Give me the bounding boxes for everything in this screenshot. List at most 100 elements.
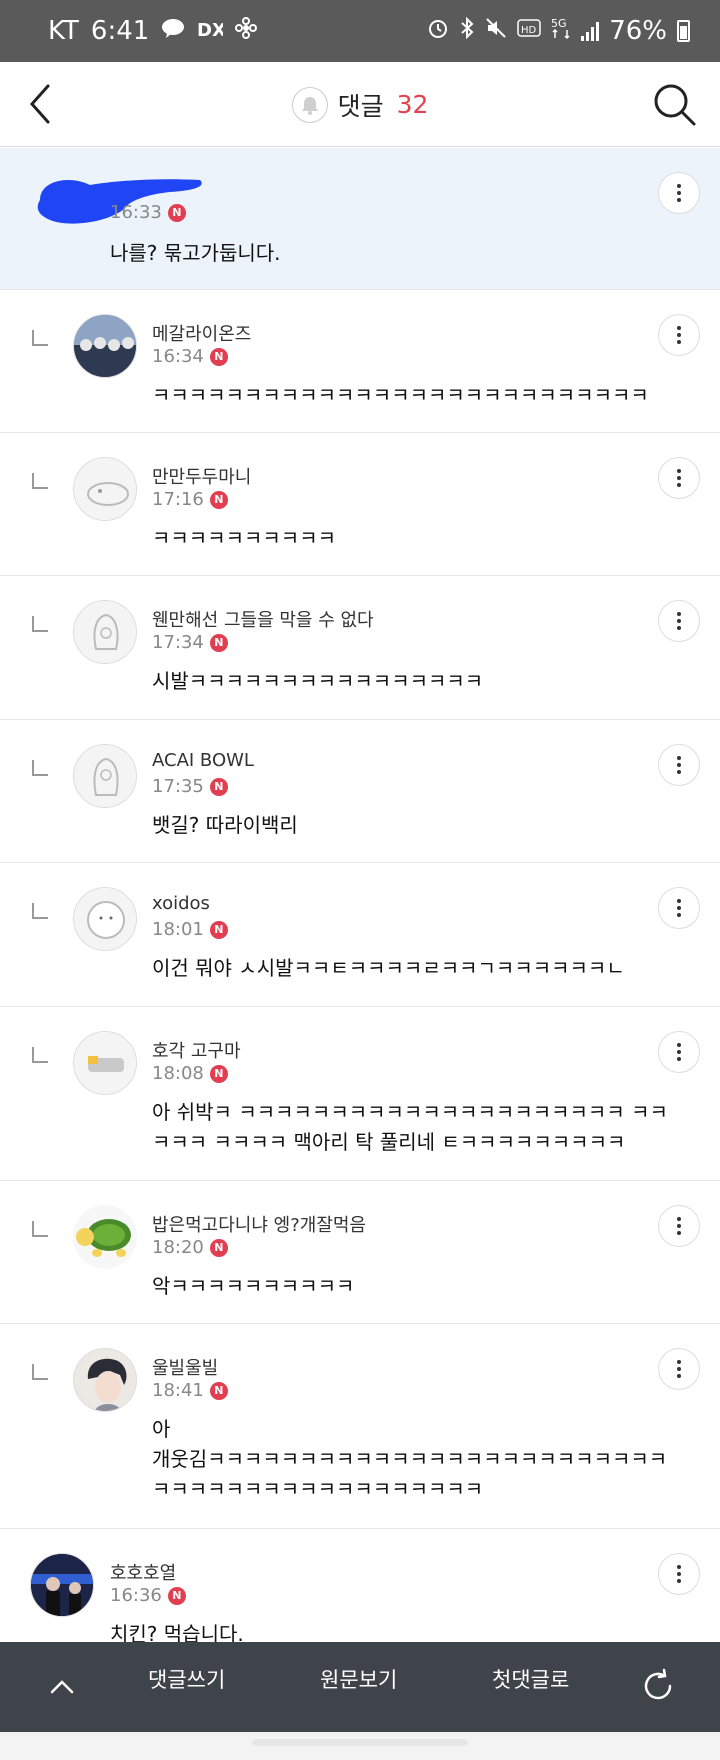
status-left: KT 6:41 DX <box>48 0 258 62</box>
header-title-group: 댓글 32 <box>0 62 720 147</box>
bottom-toolbar: 댓글쓰기 원문보기 첫댓글로 <box>0 1642 720 1760</box>
author-name[interactable]: 밥은먹고다니냐 엥?개잘먹음 <box>152 1211 366 1237</box>
comment-screen: KT 6:41 DX HD 5G 76% 댓글 32 16:33 N 나를? 묶… <box>0 0 720 1760</box>
first-comment-button[interactable]: 첫댓글로 <box>492 1664 569 1694</box>
new-badge: N <box>209 347 228 366</box>
view-original-button[interactable]: 원문보기 <box>320 1664 397 1694</box>
more-options-button[interactable] <box>658 1031 700 1073</box>
new-badge: N <box>167 203 186 222</box>
reply-indent-icon <box>32 760 48 776</box>
new-badge: N <box>209 1238 228 1257</box>
comment-line: ㅋㅋㅋㅋㅋㅋㅋㅋㅋㅋㅋㅋㅋㅋㅋㅋㅋㅋ <box>152 1477 484 1501</box>
comment-time: 18:20 N <box>152 1237 228 1258</box>
comment-line: 아 쉬박ㅋ ㅋㅋㅋㅋㅋㅋㅋㅋㅋㅋㅋㅋㅋㅋㅋㅋㅋㅋㅋㅋㅋ ㅋㅋ <box>152 1100 668 1124</box>
more-options-button[interactable] <box>658 887 700 929</box>
comment-text: 아 쉬박ㅋ ㅋㅋㅋㅋㅋㅋㅋㅋㅋㅋㅋㅋㅋㅋㅋㅋㅋㅋㅋㅋㅋ ㅋㅋ ㅋㅋㅋ ㅋㅋㅋㅋ … <box>152 1097 668 1157</box>
avatar[interactable] <box>73 887 137 951</box>
search-button[interactable] <box>650 80 700 130</box>
reply-indent-icon <box>32 330 48 346</box>
more-vertical-icon <box>677 756 681 774</box>
reply-indent-icon <box>32 1364 48 1380</box>
comment-time: 18:01 N <box>152 919 228 940</box>
time-text: 16:33 <box>110 202 162 223</box>
battery-icon <box>677 20 690 42</box>
hd-icon: HD <box>517 18 541 44</box>
refresh-button[interactable] <box>638 1666 678 1706</box>
chevron-up-icon <box>50 1680 74 1694</box>
avatar[interactable] <box>73 1348 137 1412</box>
avatar[interactable] <box>73 1205 137 1269</box>
author-name[interactable]: 웬만해선 그들을 막을 수 없다 <box>152 606 374 632</box>
avatar[interactable] <box>73 744 137 808</box>
bell-icon[interactable] <box>291 86 328 123</box>
5g-icon: 5G <box>551 16 571 46</box>
time-text: 16:36 <box>110 1585 162 1606</box>
comment-text: 나를? 묶고가둡니다. <box>110 241 281 265</box>
author-name[interactable]: xoidos <box>152 893 210 914</box>
time-text: 18:08 <box>152 1063 204 1084</box>
comment-text: 이건 뭐야 ㅅ시발ㅋㅋㅌㅋㅋㅋㅋㄹㅋㅋㄱㅋㅋㅋㅋㅋㅋㄴ <box>152 956 625 980</box>
avatar[interactable] <box>73 600 137 664</box>
more-options-button[interactable] <box>658 600 700 642</box>
more-vertical-icon <box>677 184 681 202</box>
comment-time: 16:33 N <box>110 202 186 223</box>
comment-item: 웬만해선 그들을 막을 수 없다 17:34 N 시발ㅋㅋㅋㅋㅋㅋㅋㅋㅋㅋㅋㅋㅋ… <box>0 576 720 720</box>
search-icon <box>654 84 696 126</box>
pinwheel-icon <box>235 17 258 45</box>
author-name[interactable]: 울빌울빌 <box>152 1354 218 1380</box>
new-badge: N <box>209 1064 228 1083</box>
more-vertical-icon <box>677 1565 681 1583</box>
new-badge: N <box>209 920 228 939</box>
time-text: 16:34 <box>152 346 204 367</box>
author-name[interactable]: 호각 고구마 <box>152 1037 241 1063</box>
comment-item: 만만두두마니 17:16 N ㅋㅋㅋㅋㅋㅋㅋㅋㅋㅋ <box>0 433 720 576</box>
status-right: HD 5G 76% <box>427 0 690 62</box>
time-text: 18:41 <box>152 1380 204 1401</box>
reply-indent-icon <box>32 1221 48 1237</box>
alarm-icon <box>427 17 449 45</box>
more-options-button[interactable] <box>658 457 700 499</box>
author-name[interactable]: 메갈라이온즈 <box>152 320 251 346</box>
comment-text: ㅋㅋㅋㅋㅋㅋㅋㅋㅋㅋ <box>152 526 336 550</box>
more-vertical-icon <box>677 1360 681 1378</box>
new-badge: N <box>209 1381 228 1400</box>
more-options-button[interactable] <box>658 1205 700 1247</box>
avatar[interactable] <box>73 314 137 378</box>
avatar[interactable] <box>30 1553 94 1617</box>
time-text: 17:34 <box>152 632 204 653</box>
bluetooth-icon <box>459 16 475 45</box>
comment-text: ㅋㅋㅋㅋㅋㅋㅋㅋㅋㅋㅋㅋㅋㅋㅋㅋㅋㅋㅋㅋㅋㅋㅋㅋㅋㅋㅋ <box>152 383 649 407</box>
more-options-button[interactable] <box>658 172 700 214</box>
write-comment-button[interactable]: 댓글쓰기 <box>148 1664 225 1694</box>
time-text: 18:01 <box>152 919 204 940</box>
more-vertical-icon <box>677 899 681 917</box>
refresh-icon <box>644 1668 672 1700</box>
more-vertical-icon <box>677 1043 681 1061</box>
author-name[interactable]: 만만두두마니 <box>152 463 251 489</box>
carrier-text: KT <box>48 16 79 46</box>
scroll-top-button[interactable] <box>42 1668 82 1708</box>
avatar[interactable] <box>73 1031 137 1095</box>
more-options-button[interactable] <box>658 1553 700 1595</box>
author-name[interactable]: ACAI BOWL <box>152 750 254 771</box>
time-text: 17:35 <box>152 776 204 797</box>
svg-text:HD: HD <box>521 25 537 36</box>
gesture-area <box>0 1732 720 1760</box>
more-vertical-icon <box>677 612 681 630</box>
more-options-button[interactable] <box>658 1348 700 1390</box>
home-indicator[interactable] <box>252 1739 468 1746</box>
author-name[interactable]: 호호호열 <box>110 1559 176 1585</box>
comment-item: 16:33 N 나를? 묶고가둡니다. <box>0 148 720 290</box>
more-options-button[interactable] <box>658 744 700 786</box>
comment-item: 울빌울빌 18:41 N 아 개웃김ㅋㅋㅋㅋㅋㅋㅋㅋㅋㅋㅋㅋㅋㅋㅋㅋㅋㅋㅋㅋㅋㅋ… <box>0 1324 720 1529</box>
svg-text:DX: DX <box>197 20 223 40</box>
svg-text:5G: 5G <box>551 17 567 30</box>
comment-count: 32 <box>396 90 429 119</box>
signal-icon <box>581 21 600 41</box>
comment-item: 밥은먹고다니냐 엥?개잘먹음 18:20 N 악ㅋㅋㅋㅋㅋㅋㅋㅋㅋㅋ <box>0 1181 720 1324</box>
avatar[interactable] <box>73 457 137 521</box>
more-options-button[interactable] <box>658 314 700 356</box>
status-bar: KT 6:41 DX HD 5G 76% <box>0 0 720 62</box>
comment-time: 18:41 N <box>152 1380 228 1401</box>
reply-indent-icon <box>32 1047 48 1063</box>
